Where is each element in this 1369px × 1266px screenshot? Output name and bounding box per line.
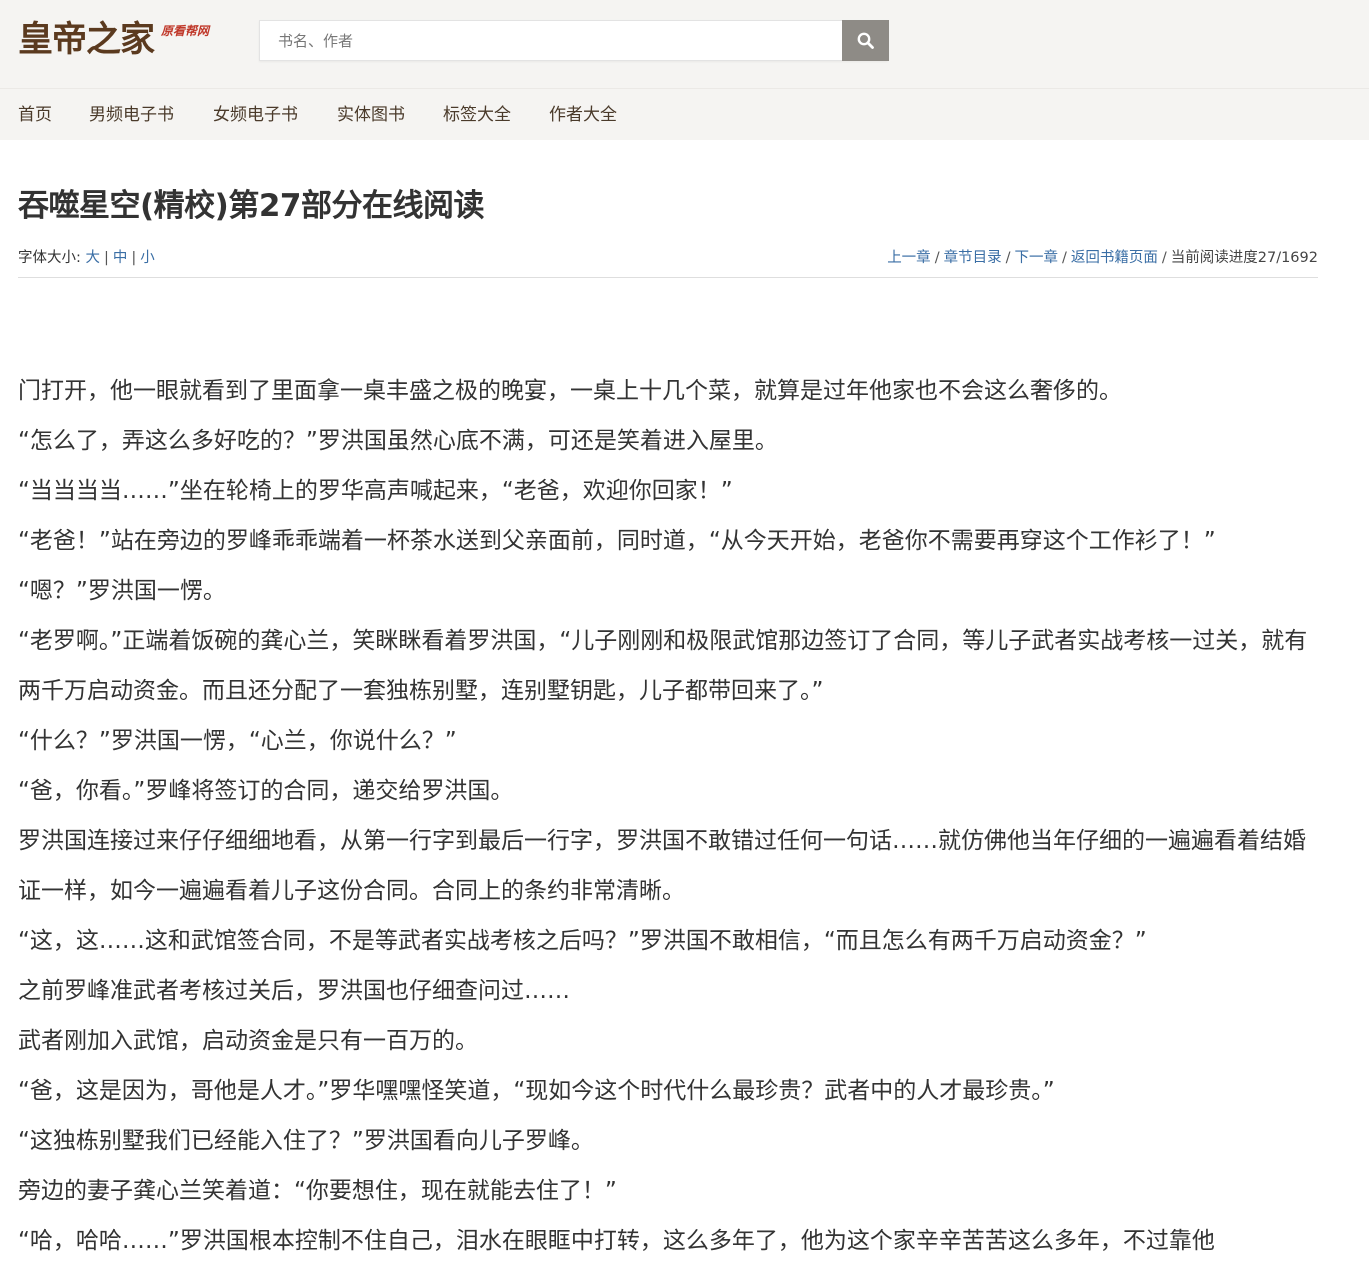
prev-chapter-link[interactable]: 上一章 bbox=[887, 250, 931, 266]
font-size-label: 字体大小: bbox=[18, 250, 81, 266]
next-chapter-link[interactable]: 下一章 bbox=[1014, 250, 1058, 266]
content-paragraph: 罗洪国连接过来仔仔细细地看，从第一行字到最后一行字，罗洪国不敢错过任何一句话……… bbox=[18, 828, 1306, 904]
nav-item-female-ebooks[interactable]: 女频电子书 bbox=[213, 104, 298, 126]
content-paragraph: “哈，哈哈……”罗洪国根本控制不住自己，泪水在眼眶中打转，这么多年了，他为这个家… bbox=[18, 1228, 1215, 1254]
content-paragraph: “当当当当……”坐在轮椅上的罗华高声喊起来，“老爸，欢迎你回家！” bbox=[18, 478, 733, 504]
nav-item-male-ebooks[interactable]: 男频电子书 bbox=[89, 104, 174, 126]
reading-progress: 当前阅读进度27/1692 bbox=[1170, 250, 1318, 266]
content-paragraph: 旁边的妻子龚心兰笑着道：“你要想住，现在就能去住了！” bbox=[18, 1178, 617, 1204]
chapter-content: 门打开，他一眼就看到了里面拿一桌丰盛之极的晚宴，一桌上十几个菜，就算是过年他家也… bbox=[18, 366, 1318, 1266]
nav-item-tags[interactable]: 标签大全 bbox=[443, 104, 511, 126]
nav-item-authors[interactable]: 作者大全 bbox=[549, 104, 617, 126]
content-paragraph: “这，这……这和武馆签合同，不是等武者实战考核之后吗？”罗洪国不敢相信，“而且怎… bbox=[18, 928, 1147, 954]
font-size-control: 字体大小: 大 | 中 | 小 bbox=[18, 248, 155, 268]
font-size-small-link[interactable]: 小 bbox=[140, 250, 155, 266]
separator: / bbox=[1005, 250, 1011, 266]
toc-link[interactable]: 章节目录 bbox=[944, 250, 1002, 266]
nav-item-physical-books[interactable]: 实体图书 bbox=[337, 104, 405, 126]
content-paragraph: 之前罗峰准武者考核过关后，罗洪国也仔细查问过…… bbox=[18, 978, 570, 1004]
search-box bbox=[259, 20, 889, 61]
content-paragraph: “什么？”罗洪国一愣，“心兰，你说什么？” bbox=[18, 728, 457, 754]
site-header: 皇帝之家 原看帮网 bbox=[0, 0, 1369, 88]
chapter-navigation: 上一章 / 章节目录 / 下一章 / 返回书籍页面 / 当前阅读进度27/1692 bbox=[887, 248, 1318, 268]
back-to-book-link[interactable]: 返回书籍页面 bbox=[1071, 250, 1158, 266]
content-paragraph: “爸，这是因为，哥他是人才。”罗华嘿嘿怪笑道，“现如今这个时代什么最珍贵？武者中… bbox=[18, 1078, 1055, 1104]
content-paragraph: “老罗啊。”正端着饭碗的龚心兰，笑眯眯看着罗洪国，“儿子刚刚和极限武馆那边签订了… bbox=[18, 628, 1308, 704]
logo-main-text: 皇帝之家 bbox=[18, 19, 155, 60]
logo-sub-text: 原看帮网 bbox=[161, 24, 210, 38]
separator: / bbox=[1161, 250, 1167, 266]
content-paragraph: 武者刚加入武馆，启动资金是只有一百万的。 bbox=[18, 1028, 478, 1054]
content-paragraph: “老爸！”站在旁边的罗峰乖乖端着一杯茶水送到父亲面前，同时道，“从今天开始，老爸… bbox=[18, 528, 1216, 554]
search-icon bbox=[857, 32, 874, 49]
separator: / bbox=[934, 250, 940, 266]
separator: | bbox=[104, 250, 109, 266]
font-size-large-link[interactable]: 大 bbox=[86, 250, 101, 266]
reading-toolbar: 字体大小: 大 | 中 | 小 上一章 / 章节目录 / 下一章 / 返回书籍页面 / 当前阅读进度27… bbox=[18, 248, 1318, 278]
main-nav: 首页 男频电子书 女频电子书 实体图书 标签大全 作者大全 bbox=[0, 88, 1369, 140]
content-paragraph: “爸，你看。”罗峰将签订的合同，递交给罗洪国。 bbox=[18, 778, 514, 804]
separator: | bbox=[131, 250, 137, 266]
content-paragraph: “嗯？”罗洪国一愣。 bbox=[18, 578, 226, 604]
font-size-medium-link[interactable]: 中 bbox=[113, 250, 128, 266]
search-input[interactable] bbox=[260, 21, 842, 60]
content-paragraph: “怎么了，弄这么多好吃的？”罗洪国虽然心底不满，可还是笑着进入屋里。 bbox=[18, 428, 778, 454]
content-paragraph: “这独栋别墅我们已经能入住了？”罗洪国看向儿子罗峰。 bbox=[18, 1128, 594, 1154]
page-title: 吞噬星空(精校)第27部分在线阅读 bbox=[18, 188, 484, 224]
nav-item-home[interactable]: 首页 bbox=[18, 104, 52, 126]
separator: / bbox=[1061, 250, 1067, 266]
site-logo[interactable]: 皇帝之家 原看帮网 bbox=[18, 18, 218, 68]
search-button[interactable] bbox=[842, 20, 889, 61]
content-paragraph: 门打开，他一眼就看到了里面拿一桌丰盛之极的晚宴，一桌上十几个菜，就算是过年他家也… bbox=[18, 378, 1122, 404]
